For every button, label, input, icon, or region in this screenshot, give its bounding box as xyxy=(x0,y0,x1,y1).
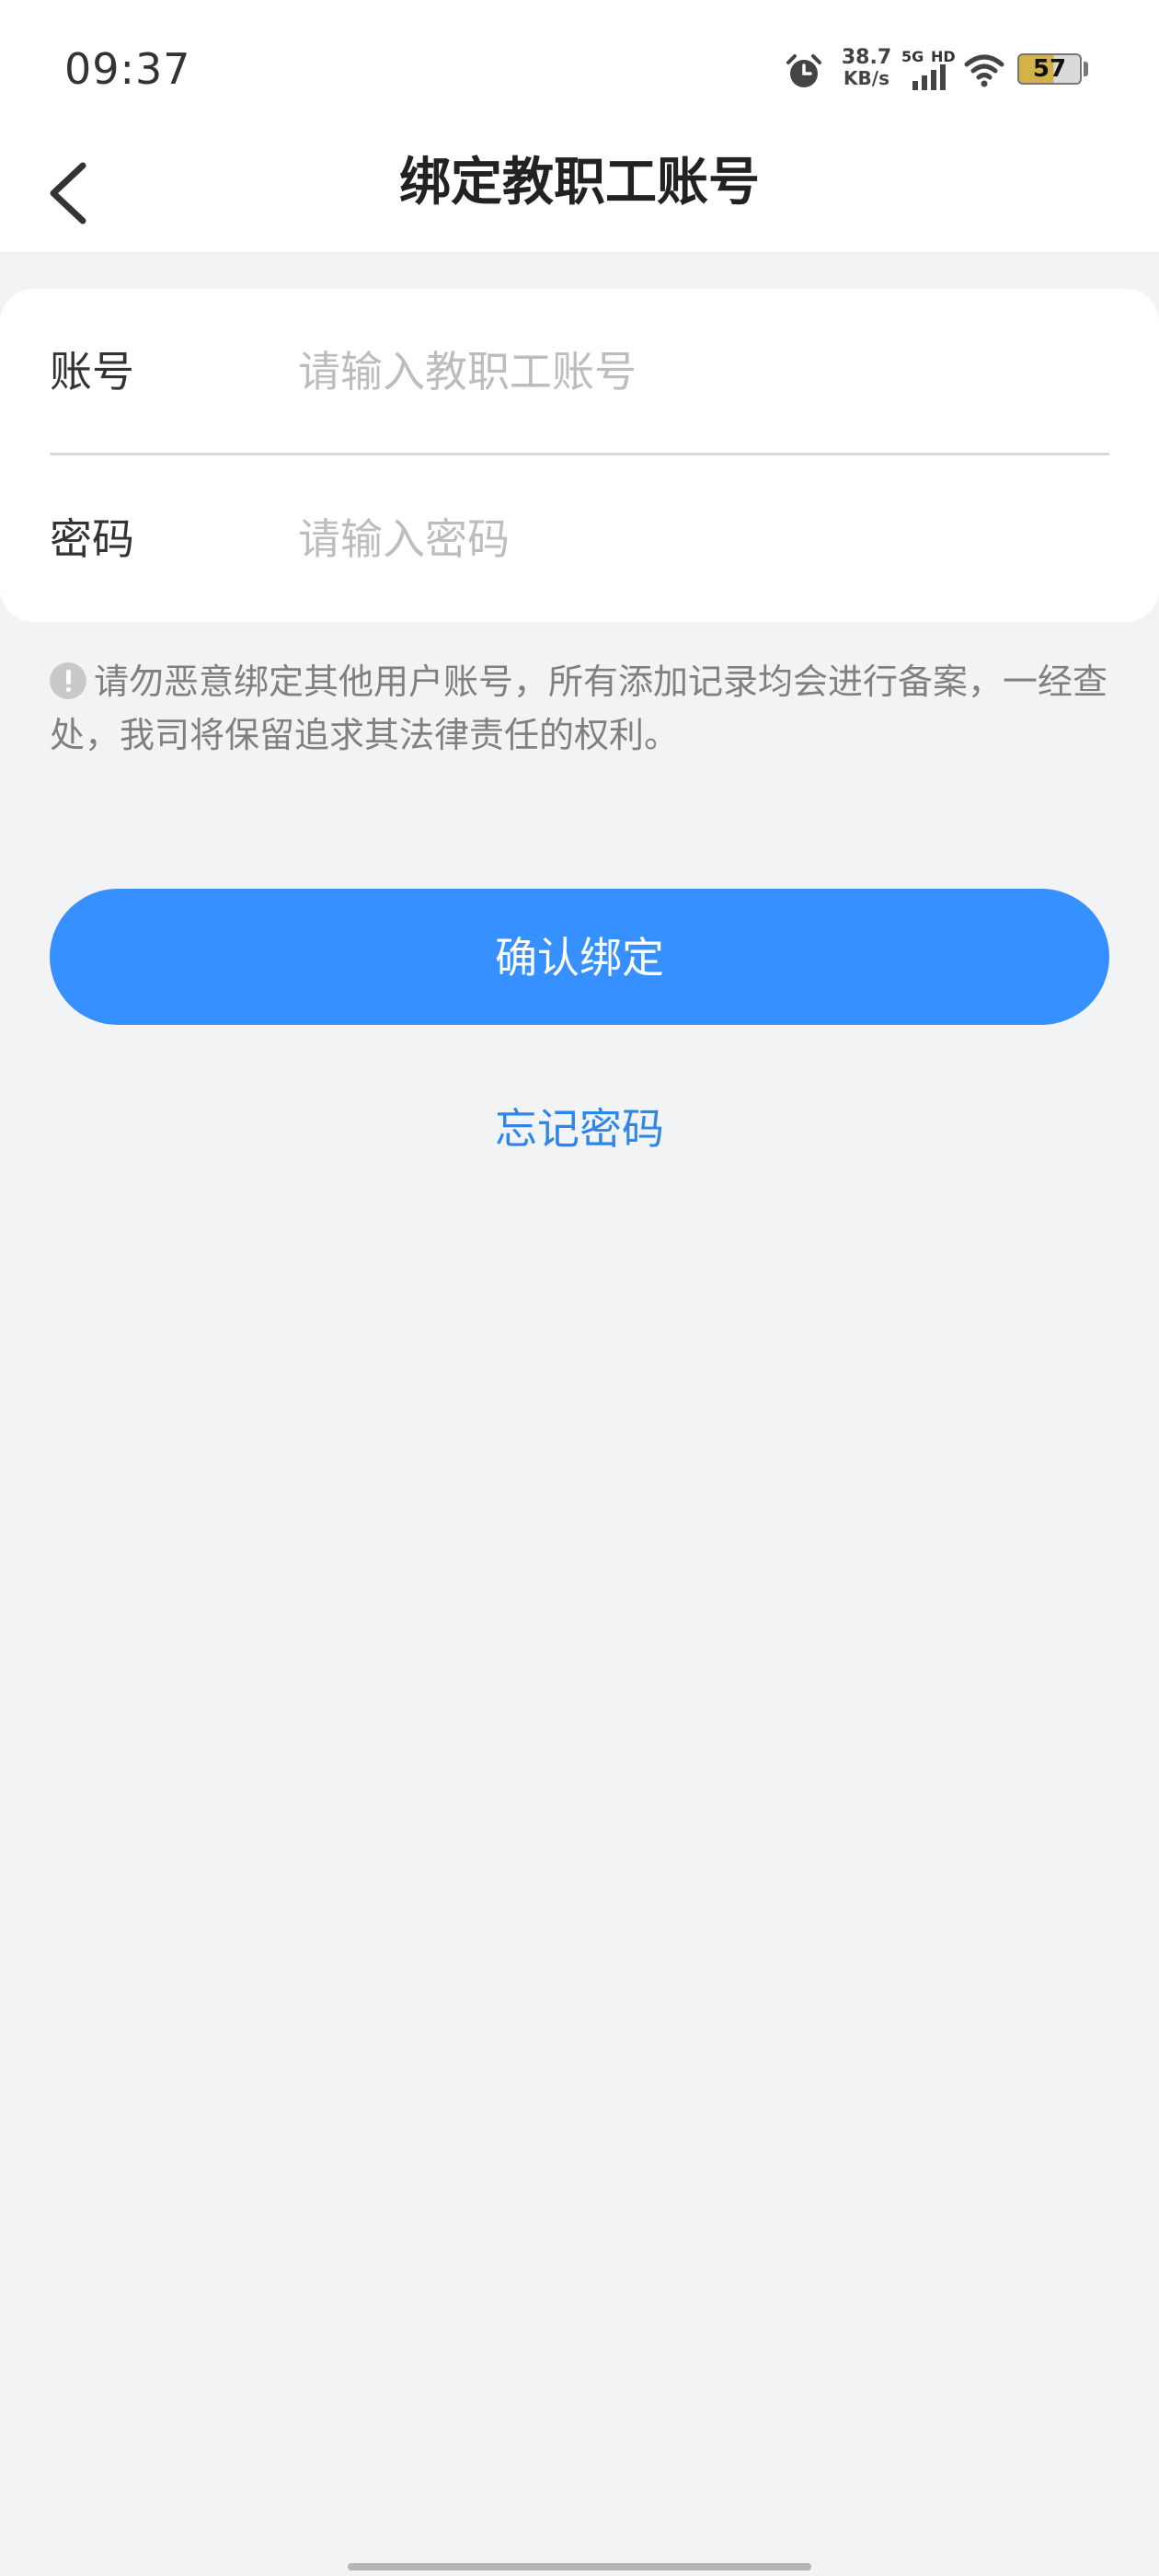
notice-text: 请勿恶意绑定其他用户账号，所有添加记录均会进行备案，一经查处，我司将保留追求其法… xyxy=(50,661,1108,755)
account-label: 账号 xyxy=(50,347,134,397)
password-input[interactable] xyxy=(298,493,1089,585)
page-title: 绑定教职工账号 xyxy=(399,153,760,213)
alarm-icon xyxy=(786,54,821,87)
battery-cap xyxy=(1084,62,1088,76)
status-icons: 38.7 KB/s 5G HD 57 xyxy=(784,48,1096,99)
bind-form-card: 账号 密码 xyxy=(0,289,1159,622)
battery-icon: 57 xyxy=(1017,53,1089,86)
navigation-bar: 绑定教职工账号 xyxy=(0,138,1159,252)
confirm-bind-button[interactable]: 确认绑定 xyxy=(50,889,1109,1025)
hd-label: HD xyxy=(931,48,956,65)
password-label: 密码 xyxy=(50,514,134,564)
net-speed-unit: KB/s xyxy=(843,67,889,89)
status-time: 09:37 xyxy=(64,44,191,94)
warning-icon xyxy=(50,662,86,699)
net-speed: 38.7 KB/s xyxy=(834,46,899,89)
wifi-icon xyxy=(964,54,1004,87)
account-row: 账号 xyxy=(50,289,1109,454)
signal-bars-icon xyxy=(912,64,946,90)
home-indicator[interactable] xyxy=(348,2563,811,2570)
network-type-label: 5G xyxy=(901,48,924,65)
divider xyxy=(50,453,1109,455)
binding-notice: 请勿恶意绑定其他用户账号，所有添加记录均会进行备案，一经查处，我司将保留追求其法… xyxy=(50,655,1107,762)
forgot-password-link[interactable]: 忘记密码 xyxy=(0,1097,1159,1161)
status-bar: 09:37 38.7 KB/s 5G HD 57 xyxy=(0,0,1159,138)
account-input[interactable] xyxy=(298,326,1089,418)
battery-level: 57 xyxy=(1032,55,1067,83)
net-speed-value: 38.7 xyxy=(841,46,892,69)
password-row: 密码 xyxy=(50,456,1109,622)
